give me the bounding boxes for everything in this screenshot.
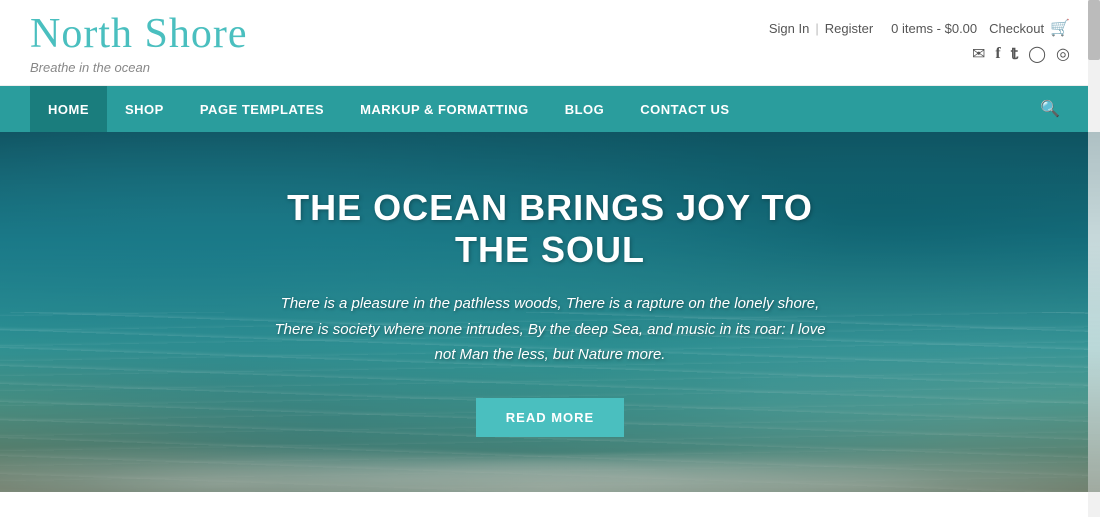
logo-area: North Shore Breathe in the ocean: [30, 10, 247, 75]
checkout-link[interactable]: Checkout: [989, 21, 1044, 36]
navbar: HOME SHOP PAGE TEMPLATES MARKUP & FORMAT…: [0, 86, 1100, 132]
divider: |: [815, 21, 818, 36]
read-more-button[interactable]: READ MORE: [476, 398, 624, 437]
hero-text: There is a pleasure in the pathless wood…: [270, 291, 830, 368]
instagram-icon[interactable]: ◯: [1028, 44, 1046, 64]
social-icons: ✉ f 𝕥 ◯ ◎: [972, 44, 1070, 64]
hero-title: THE OCEAN BRINGS JOY TO THE SOUL: [270, 187, 830, 271]
email-icon[interactable]: ✉: [972, 44, 985, 64]
nav-item-markup-formatting[interactable]: MARKUP & FORMATTING: [342, 86, 547, 132]
cart-info: 0 items - $0.00: [891, 21, 977, 36]
header-right: Sign In | Register 0 items - $0.00 Check…: [769, 10, 1070, 64]
cart-icon: 🛒: [1050, 18, 1070, 38]
tripadvisor-icon[interactable]: ◎: [1056, 44, 1070, 64]
nav-item-home[interactable]: HOME: [30, 86, 107, 132]
search-icon[interactable]: 🔍: [1030, 99, 1070, 119]
register-link[interactable]: Register: [825, 21, 873, 36]
hero-content: THE OCEAN BRINGS JOY TO THE SOUL There i…: [250, 167, 850, 457]
logo-title[interactable]: North Shore: [30, 10, 247, 58]
nav-item-blog[interactable]: BLOG: [547, 86, 623, 132]
header-top-row: Sign In | Register 0 items - $0.00 Check…: [769, 18, 1070, 38]
header: North Shore Breathe in the ocean Sign In…: [0, 0, 1100, 86]
hero-section: THE OCEAN BRINGS JOY TO THE SOUL There i…: [0, 132, 1100, 492]
sign-in-link[interactable]: Sign In: [769, 21, 809, 36]
nav-item-contact-us[interactable]: CONTACT US: [622, 86, 747, 132]
facebook-icon[interactable]: f: [995, 45, 1000, 63]
scrollbar-thumb[interactable]: [1088, 0, 1100, 60]
nav-item-page-templates[interactable]: PAGE TEMPLATES: [182, 86, 342, 132]
nav-item-shop[interactable]: SHOP: [107, 86, 182, 132]
logo-subtitle: Breathe in the ocean: [30, 60, 247, 75]
twitter-icon[interactable]: 𝕥: [1011, 44, 1018, 64]
